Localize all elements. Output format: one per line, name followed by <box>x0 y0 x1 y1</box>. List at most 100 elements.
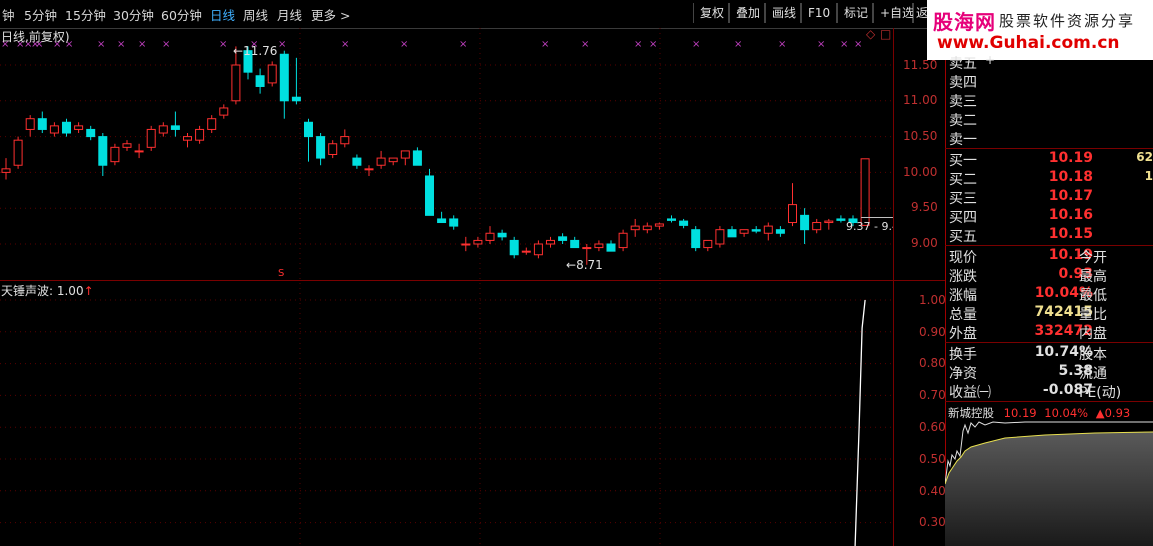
candle-body <box>146 128 156 148</box>
candle-body <box>1 168 11 173</box>
pane-divider <box>0 280 945 281</box>
candle-body <box>122 143 132 148</box>
stat-key: 涨幅 <box>949 288 977 304</box>
low-value: 8.71 <box>576 258 603 272</box>
guhai-logo: 股海网 股票软件资源分享 www.Guhai.com.cn <box>927 0 1153 60</box>
candle-body <box>134 150 144 153</box>
candle-body <box>618 232 628 249</box>
candle-body <box>473 239 483 245</box>
event-cross-marker: × <box>840 39 848 50</box>
indicator-tick: 0.40 <box>919 484 946 498</box>
tab-60min[interactable]: 60分钟 <box>161 5 202 24</box>
candle-body <box>255 75 265 87</box>
candle-body <box>316 136 326 159</box>
buy-row-3: 买三 10.17 <box>949 188 1153 207</box>
mark-button[interactable]: 标记 <box>837 3 873 23</box>
candle-body <box>183 136 192 141</box>
price-tick: 11.50 <box>903 58 938 72</box>
logo-slogan: 股票软件资源分享 <box>999 12 1136 30</box>
buy-volume: 62 <box>1136 150 1153 164</box>
restore-rights-button[interactable]: 复权 <box>693 3 729 23</box>
overlay-button[interactable]: 叠加 <box>729 3 765 23</box>
candle-body <box>521 250 531 253</box>
tab-15min[interactable]: 15分钟 <box>65 5 106 24</box>
event-cross-marker: × <box>138 39 146 50</box>
candle-body <box>533 243 543 256</box>
candle-body <box>219 107 229 116</box>
candle-body <box>739 229 749 234</box>
price-tick: 9.50 <box>911 200 938 214</box>
indicator-tick: 0.70 <box>919 388 946 402</box>
stat-key: 内盘 <box>1079 326 1107 342</box>
tab-30min[interactable]: 30分钟 <box>113 5 154 24</box>
tab-1min[interactable]: 钟 <box>2 5 15 24</box>
candle-body <box>715 229 725 245</box>
event-cross-marker: × <box>778 39 786 50</box>
sell-row-3: 卖三 <box>949 91 1153 110</box>
stat-row: 换手 10.74% 股本 <box>949 344 1153 363</box>
candle-body <box>304 121 313 138</box>
tab-5min[interactable]: 5分钟 <box>24 5 57 24</box>
mini-chart-title[interactable]: 新城控股 10.19 10.04% ▲0.93 <box>948 405 1130 421</box>
mini-price: 10.19 <box>1003 406 1037 420</box>
indicator-tick: 0.90 <box>919 325 946 339</box>
buy-row-2: 买二 10.18 1 <box>949 169 1153 188</box>
square-icon[interactable]: □ <box>880 27 891 41</box>
candlestick-chart[interactable]: × × ××× × × × × × × × × × × × × × × × × × × × × × × <box>0 28 945 546</box>
event-cross-marker: × <box>219 39 227 50</box>
stat-row: 涨跌 0.93 最高 <box>949 266 1153 285</box>
candle-body <box>231 64 241 102</box>
candle-body <box>449 218 459 227</box>
tab-monthly[interactable]: 月线 <box>277 5 302 24</box>
tab-weekly[interactable]: 周线 <box>243 5 268 24</box>
candle-body <box>642 225 652 231</box>
stat-key: 流通 <box>1079 366 1107 382</box>
indicator-series-line <box>854 299 866 546</box>
tab-daily[interactable]: 日线 <box>210 5 235 24</box>
tab-more[interactable]: 更多 > <box>311 5 350 24</box>
indicator-tick: 1.00 <box>919 293 946 307</box>
s-marker: S <box>278 268 285 279</box>
buy-row-4: 买四 10.16 <box>949 207 1153 226</box>
event-cross-marker: × <box>634 39 642 50</box>
buy-label: 买五 <box>949 229 977 245</box>
event-cross-marker: × <box>117 39 125 50</box>
candle-body <box>13 139 23 166</box>
candle-body <box>582 247 592 250</box>
candle-body <box>860 158 870 226</box>
candle-body <box>788 204 797 224</box>
stock-name: 新城控股 <box>948 406 994 420</box>
candle-body <box>654 223 664 227</box>
stat-key: 净资 <box>949 366 977 382</box>
stat-key: 收益㈠ <box>949 385 991 401</box>
intraday-mini-chart[interactable] <box>945 421 1153 546</box>
price-tick: 10.50 <box>903 129 938 143</box>
candle-body <box>546 239 555 245</box>
sell-label: 卖三 <box>949 94 977 110</box>
buy-price: 10.18 <box>1048 169 1093 185</box>
candle-body <box>37 118 47 130</box>
candle-body <box>800 214 810 231</box>
f10-button[interactable]: F10 <box>801 3 837 23</box>
indicator-tick: 0.30 <box>919 515 946 529</box>
candle-body <box>207 118 217 130</box>
mini-pct: 10.04% <box>1044 406 1089 420</box>
event-cross-marker: × <box>400 39 408 50</box>
axis-divider <box>893 28 894 546</box>
buy-price: 10.17 <box>1048 188 1093 204</box>
candle-body <box>412 150 422 166</box>
stat-row: 总量 742415 量比 <box>949 304 1153 323</box>
candle-body <box>340 136 350 145</box>
draw-line-button[interactable]: 画线 <box>765 3 801 23</box>
candle-body <box>751 229 761 232</box>
mini-area <box>945 432 1153 546</box>
stat-key: 最低 <box>1079 288 1107 304</box>
divider <box>945 148 1153 149</box>
diamond-icon[interactable]: ◇ <box>866 27 875 41</box>
add-watchlist-button[interactable]: +自选 <box>873 3 914 23</box>
candle-body <box>836 218 846 221</box>
price-tick: 10.00 <box>903 165 938 179</box>
stat-key: 现价 <box>949 250 977 266</box>
indicator-tick: 0.50 <box>919 452 946 466</box>
up-arrow-icon: ↑ <box>83 284 94 298</box>
